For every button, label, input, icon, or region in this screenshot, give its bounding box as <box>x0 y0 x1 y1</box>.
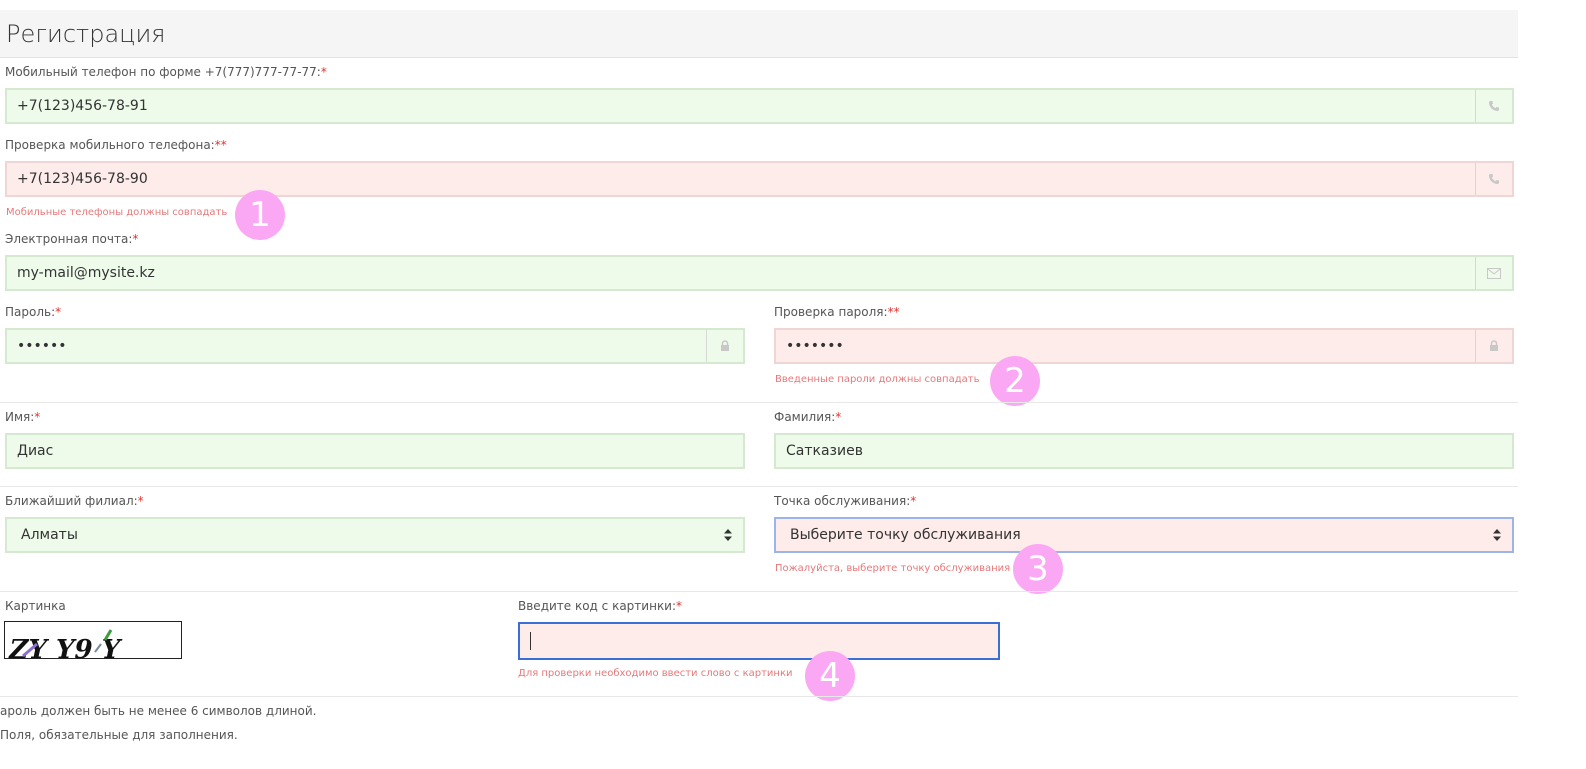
captcha-code-input[interactable] <box>518 622 1000 660</box>
last-name-value: Сатказиев <box>786 443 863 459</box>
select-arrows-icon <box>1482 529 1512 541</box>
divider <box>0 591 1518 592</box>
first-name-label: Имя:* <box>5 410 41 424</box>
first-name-field[interactable]: Диас <box>5 433 745 469</box>
annotation-badge-1: 1 <box>235 190 285 240</box>
first-name-value: Диас <box>17 443 54 459</box>
captcha-code-label: Введите код с картинки:* <box>518 599 683 613</box>
phone-value: +7(123)456-78-91 <box>17 98 148 114</box>
password-length-note: ароль должен быть не менее 6 символов дл… <box>0 704 317 718</box>
phone-icon <box>1475 163 1512 195</box>
service-point-select[interactable]: Выберите точку обслуживания <box>774 517 1514 553</box>
password-confirm-field[interactable]: ••••••• <box>774 328 1514 364</box>
select-arrows-icon <box>713 529 743 541</box>
phone-confirm-value: +7(123)456-78-90 <box>17 171 148 187</box>
required-marker: ** <box>214 138 227 152</box>
required-marker: * <box>55 305 62 319</box>
required-marker: * <box>320 65 327 79</box>
required-marker: * <box>676 599 683 613</box>
divider <box>0 486 1518 487</box>
required-marker: * <box>132 232 139 246</box>
service-point-label: Точка обслуживания:* <box>774 494 917 508</box>
captcha-image-label: Картинка <box>5 599 66 613</box>
required-marker: * <box>137 494 144 508</box>
lock-icon <box>1475 330 1512 362</box>
password-label: Пароль:* <box>5 305 62 319</box>
divider <box>0 402 1518 403</box>
captcha-image: ZY Y9 Y <box>4 621 182 659</box>
required-fields-note: Поля, обязательные для заполнения. <box>0 728 238 742</box>
branch-select[interactable]: Алматы <box>5 517 745 553</box>
page-title: Регистрация <box>6 20 166 48</box>
captcha-error: Для проверки необходимо ввести слово с к… <box>518 668 793 679</box>
phone-confirm-field[interactable]: +7(123)456-78-90 <box>5 161 1514 197</box>
last-name-label: Фамилия:* <box>774 410 842 424</box>
envelope-icon <box>1475 257 1512 289</box>
branch-label: Ближайший филиал:* <box>5 494 144 508</box>
branch-value: Алматы <box>21 527 78 543</box>
required-marker: ** <box>887 305 900 319</box>
phone-label: Мобильный телефон по форме +7(777)777-77… <box>5 65 327 79</box>
required-marker: * <box>910 494 917 508</box>
annotation-badge-3: 3 <box>1013 544 1063 594</box>
email-value: my-mail@mysite.kz <box>17 265 155 281</box>
password-confirm-label: Проверка пароля:** <box>774 305 900 319</box>
password-value: •••••• <box>17 338 67 354</box>
password-confirm-value: ••••••• <box>786 338 844 354</box>
last-name-field[interactable]: Сатказиев <box>774 433 1514 469</box>
page-header: Регистрация <box>0 10 1518 58</box>
required-marker: * <box>34 410 41 424</box>
phone-icon <box>1475 90 1512 122</box>
annotation-badge-4: 4 <box>805 651 855 701</box>
phone-confirm-label: Проверка мобильного телефона:** <box>5 138 227 152</box>
email-label: Электронная почта:* <box>5 232 139 246</box>
password-field[interactable]: •••••• <box>5 328 745 364</box>
text-cursor <box>530 632 531 650</box>
phone-field[interactable]: +7(123)456-78-91 <box>5 88 1514 124</box>
lock-icon <box>706 330 743 362</box>
service-point-error: Пожалуйста, выберите точку обслуживания <box>775 563 1011 574</box>
password-confirm-error: Введенные пароли должны совпадать <box>775 374 980 385</box>
phone-confirm-error: Мобильные телефоны должны совпадать <box>6 207 228 218</box>
email-field[interactable]: my-mail@mysite.kz <box>5 255 1514 291</box>
divider <box>0 696 1518 697</box>
required-marker: * <box>835 410 842 424</box>
annotation-badge-2: 2 <box>990 356 1040 406</box>
service-point-value: Выберите точку обслуживания <box>790 527 1021 543</box>
